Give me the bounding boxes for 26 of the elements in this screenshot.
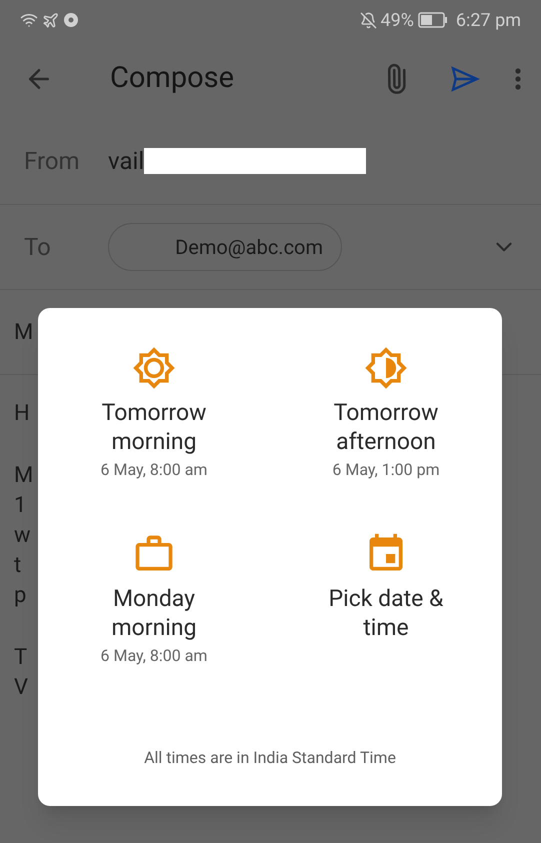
more-vertical-icon: [515, 68, 521, 90]
body-text: w: [14, 522, 31, 550]
body-text: p: [14, 582, 26, 610]
body-text: t: [14, 552, 22, 580]
from-address: vail: [108, 146, 144, 177]
schedule-option[interactable]: Tomorrow afternoon 6 May, 1:00 pm: [270, 346, 502, 482]
schedule-option[interactable]: Pick date & time: [270, 532, 502, 668]
screen-title: Compose: [110, 60, 234, 98]
battery-percent: 49%: [380, 8, 414, 32]
airplane-icon: [42, 12, 59, 28]
subject-text: M: [14, 318, 34, 346]
schedule-option[interactable]: Tomorrow morning 6 May, 8:00 am: [38, 346, 270, 482]
wifi-icon: [20, 11, 38, 29]
battery-icon: [418, 12, 448, 28]
clock-time: 6:27 pm: [456, 8, 521, 32]
body-text: 1: [14, 492, 26, 520]
sun-icon: [132, 346, 176, 390]
body-text: H: [14, 400, 30, 428]
body-text: T: [14, 644, 28, 672]
body-text: M: [14, 462, 34, 490]
half-sun-icon: [364, 346, 408, 390]
schedule-option[interactable]: Monday morning 6 May, 8:00 am: [38, 532, 270, 668]
more-options-button[interactable]: [515, 68, 521, 90]
body-text: V: [14, 674, 28, 702]
timezone-note: All times are in India Standard Time: [144, 747, 396, 769]
bell-off-icon: [360, 12, 376, 28]
